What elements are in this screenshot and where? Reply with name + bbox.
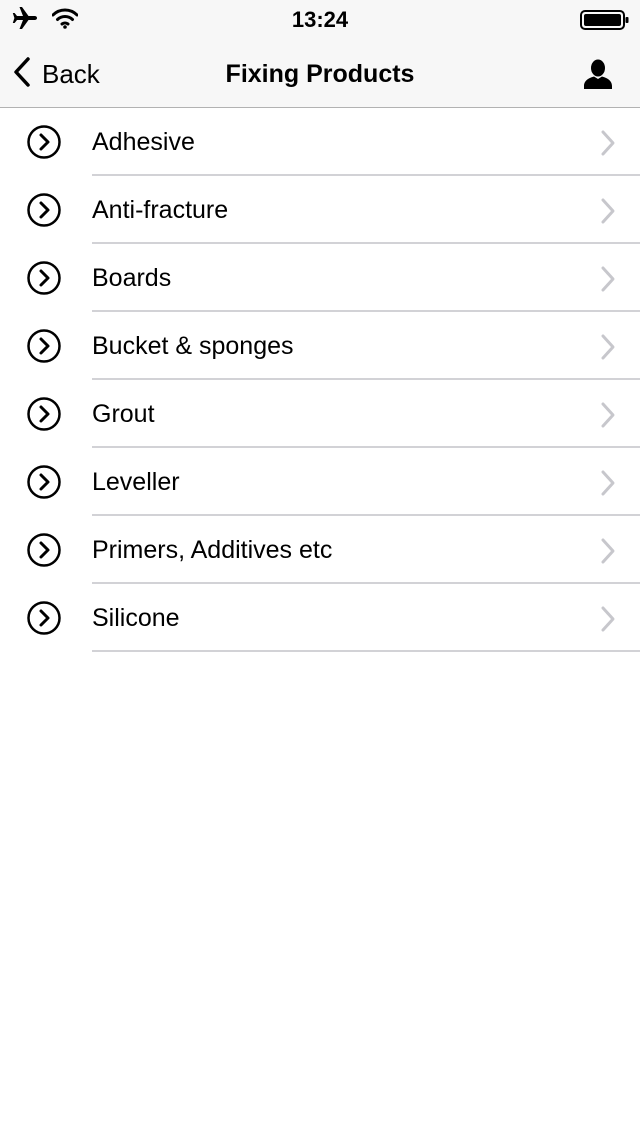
list-item[interactable]: Bucket & sponges	[0, 312, 640, 380]
screen: 13:24 Back Fixing Products Adhesive Anti…	[0, 0, 640, 1136]
page-title: Fixing Products	[225, 60, 415, 88]
product-category-list: Adhesive Anti-fracture Boards Bucket & s…	[0, 108, 640, 652]
list-item[interactable]: Boards	[0, 244, 640, 312]
chevron-right-icon	[600, 197, 616, 225]
list-item[interactable]: Silicone	[0, 584, 640, 652]
chevron-right-icon	[600, 265, 616, 293]
nav-bar: Back Fixing Products	[0, 40, 640, 108]
list-item-label: Bucket & sponges	[92, 332, 294, 360]
chevron-right-icon	[600, 333, 616, 361]
circle-chevron-right-icon	[27, 329, 61, 363]
list-item-label: Silicone	[92, 604, 180, 632]
list-item[interactable]: Primers, Additives etc	[0, 516, 640, 584]
circle-chevron-right-icon	[27, 533, 61, 567]
list-item-label: Boards	[92, 264, 172, 292]
circle-chevron-right-icon	[27, 193, 61, 227]
list-item[interactable]: Grout	[0, 380, 640, 448]
list-item[interactable]: Leveller	[0, 448, 640, 516]
profile-button[interactable]	[582, 58, 614, 90]
status-time: 13:24	[291, 7, 349, 32]
chevron-right-icon	[600, 605, 616, 633]
chevron-right-icon	[600, 469, 616, 497]
list-item-label: Grout	[92, 400, 155, 428]
list-item[interactable]: Adhesive	[0, 108, 640, 176]
separator	[92, 650, 640, 652]
list-item-label: Adhesive	[92, 128, 195, 156]
circle-chevron-right-icon	[27, 465, 61, 499]
list-item-label: Leveller	[92, 468, 180, 496]
circle-chevron-right-icon	[27, 601, 61, 635]
list-item[interactable]: Anti-fracture	[0, 176, 640, 244]
battery-icon	[580, 8, 630, 37]
list-item-label: Primers, Additives etc	[92, 536, 333, 564]
status-bar: 13:24	[0, 0, 640, 40]
circle-chevron-right-icon	[27, 261, 61, 295]
circle-chevron-right-icon	[27, 397, 61, 431]
chevron-right-icon	[600, 401, 616, 429]
chevron-right-icon	[600, 537, 616, 565]
list-item-label: Anti-fracture	[92, 196, 229, 224]
person-icon	[582, 59, 614, 94]
circle-chevron-right-icon	[27, 125, 61, 159]
chevron-right-icon	[600, 129, 616, 157]
